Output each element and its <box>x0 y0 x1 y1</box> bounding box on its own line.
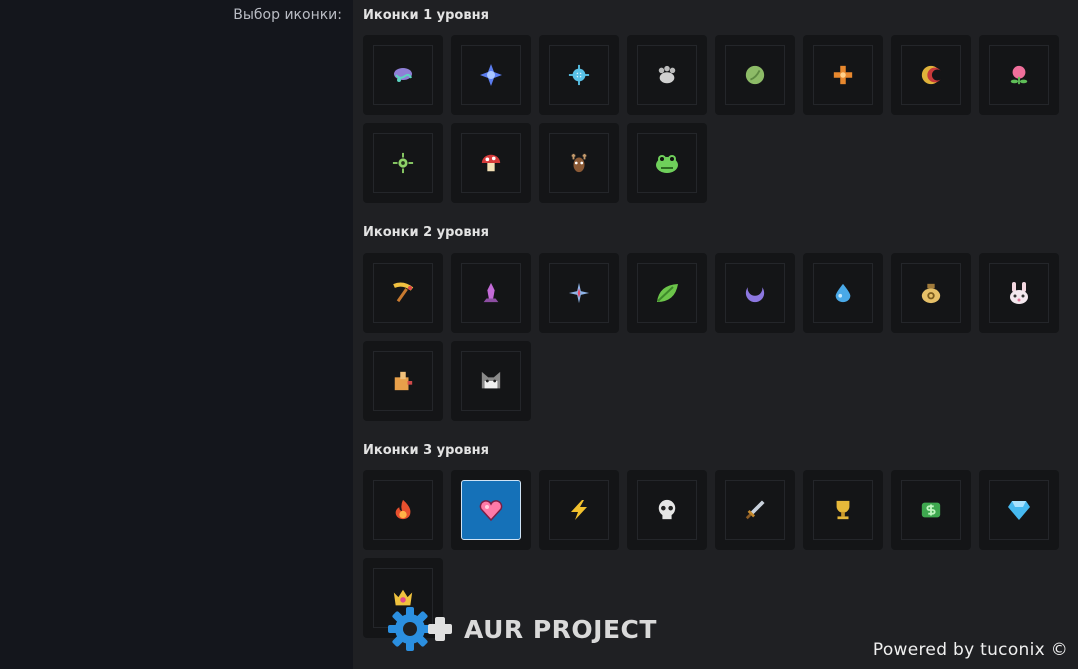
icon-select-label: Выбор иконки: <box>233 7 342 23</box>
cyan-gear-icon <box>568 64 590 86</box>
section-title-level-3: Иконки 3 уровня <box>363 443 489 458</box>
icon-tile[interactable] <box>803 470 883 550</box>
icon-tile[interactable] <box>627 253 707 333</box>
icon-tile[interactable] <box>539 470 619 550</box>
icon-tile[interactable] <box>363 470 443 550</box>
icon-tile[interactable] <box>451 35 531 115</box>
icon-tile[interactable] <box>715 35 795 115</box>
icon-tile[interactable] <box>715 470 795 550</box>
brain-icon <box>394 68 412 82</box>
icon-tile[interactable] <box>715 253 795 333</box>
orange-cross-icon <box>833 65 853 85</box>
skull-icon <box>658 499 676 520</box>
diamond-icon <box>1008 501 1030 520</box>
icon-picker: Иконки 1 уровня Иконки 2 уровня Иконки 3… <box>353 0 1078 669</box>
grey-paw-icon <box>658 65 676 84</box>
icon-tile[interactable] <box>451 123 531 203</box>
icon-tile[interactable] <box>803 253 883 333</box>
icon-tile[interactable] <box>363 341 443 421</box>
left-pane: Выбор иконки: <box>0 0 353 669</box>
powered-by-footer: Powered by tuconix © <box>872 640 1068 660</box>
icon-tile[interactable] <box>451 253 531 333</box>
icon-tile[interactable] <box>363 123 443 203</box>
icon-tile[interactable] <box>539 253 619 333</box>
pink-flower-icon <box>1010 65 1028 85</box>
box-icon <box>394 371 413 391</box>
icon-tile[interactable] <box>979 470 1059 550</box>
cat-icon <box>481 371 501 389</box>
icon-tile[interactable] <box>979 253 1059 333</box>
icon-tile[interactable] <box>627 123 707 203</box>
section-title-level-1: Иконки 1 уровня <box>363 8 489 23</box>
coin-bag-icon <box>921 283 941 304</box>
aur-project-watermark: AUR PROJECT <box>388 604 678 654</box>
frog-icon <box>656 155 678 173</box>
red-moon-icon <box>921 65 942 85</box>
icon-grid-level-2 <box>363 253 1067 421</box>
icon-grid-level-1 <box>363 35 1067 203</box>
icon-tile[interactable] <box>979 35 1059 115</box>
lightning-icon <box>571 500 587 520</box>
gear-plus-logo-icon <box>388 607 452 651</box>
heart-icon <box>479 500 503 521</box>
bunny-icon <box>1010 282 1028 304</box>
section-title-level-2: Иконки 2 уровня <box>363 225 489 240</box>
icon-tile[interactable] <box>891 35 971 115</box>
fire-icon <box>395 499 411 520</box>
watermark-text: AUR PROJECT <box>464 614 657 644</box>
icon-tile[interactable] <box>627 35 707 115</box>
money-icon <box>921 502 941 518</box>
green-orb-icon <box>745 65 765 85</box>
icon-tile[interactable] <box>539 35 619 115</box>
icon-tile[interactable] <box>891 253 971 333</box>
green-sun-icon <box>392 152 414 174</box>
icon-tile-selected[interactable] <box>451 470 531 550</box>
icon-tile[interactable] <box>451 341 531 421</box>
sparkle-icon <box>568 282 590 304</box>
icon-tile[interactable] <box>891 470 971 550</box>
deer-icon <box>571 153 587 173</box>
icon-tile[interactable] <box>627 470 707 550</box>
crescent-icon <box>745 282 765 303</box>
leaf-icon <box>657 284 678 302</box>
icon-tile[interactable] <box>539 123 619 203</box>
blue-star-icon <box>480 64 502 86</box>
mushroom-icon <box>481 154 501 172</box>
icon-tile[interactable] <box>803 35 883 115</box>
crystal-icon <box>483 282 499 303</box>
icon-tile[interactable] <box>363 35 443 115</box>
sword-icon <box>745 500 765 520</box>
trophy-icon <box>836 500 850 520</box>
water-drop-icon <box>835 283 851 303</box>
pickaxe-icon <box>393 282 414 303</box>
icon-tile[interactable] <box>363 253 443 333</box>
